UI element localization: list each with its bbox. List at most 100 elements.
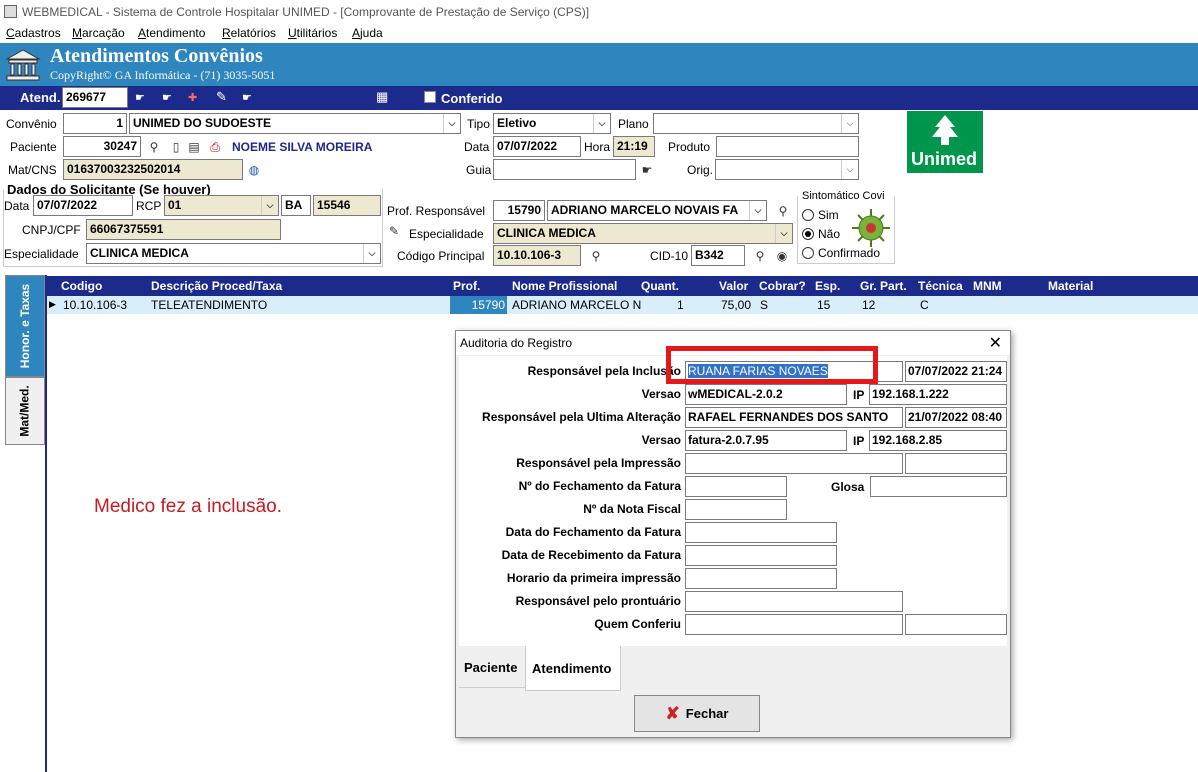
resp-alt-input[interactable]: RAFAEL FERNANDES DOS SANTO (685, 407, 903, 428)
col-esp[interactable]: Esp. (815, 279, 840, 293)
glosa-input[interactable] (870, 476, 1007, 497)
cod-input[interactable]: 10.10.106-3 (493, 245, 581, 266)
fechar-button[interactable]: ✘ Fechar (634, 695, 760, 732)
col-nome[interactable]: Nome Profissional (512, 279, 617, 293)
guia-input[interactable] (493, 159, 636, 180)
binoculars-icon[interactable]: ⚲ (752, 248, 768, 264)
printer-icon[interactable]: ⎙ (207, 139, 223, 155)
add-icon[interactable]: ✚ (188, 91, 197, 104)
conferiu-date[interactable] (905, 614, 1007, 635)
crm-input[interactable]: 15546 (313, 195, 381, 216)
resp-alt-label-wrap: Responsável pela Ultima Alteração (459, 410, 681, 424)
data-input[interactable]: 07/07/2022 (493, 136, 581, 157)
fechamento-input[interactable] (685, 476, 787, 497)
tab-atendimento[interactable]: Atendimento (525, 646, 621, 691)
tab-divider (45, 275, 47, 772)
col-valor[interactable]: Valor (719, 279, 748, 293)
last-icon[interactable]: ☛ (242, 91, 252, 104)
confirmado-radio[interactable] (802, 247, 814, 259)
annotation-text: Medico fez a inclusão. (94, 496, 282, 517)
edit-icon[interactable]: ✎ (216, 89, 227, 105)
calculator-icon[interactable]: ▦ (376, 89, 388, 105)
binoculars-icon[interactable]: ⚲ (775, 203, 791, 219)
prev-icon[interactable]: ☛ (135, 91, 145, 104)
versao1-label: Versao (641, 387, 681, 401)
orig-select[interactable]: ⌵ (715, 159, 859, 180)
document-icon[interactable]: ▯ (168, 139, 184, 155)
table-row[interactable]: ▶ 10.10.106-3 TELEATENDIMENTO 15790 ADRI… (47, 296, 1198, 314)
cnpj-label: CNPJ/CPF (22, 223, 81, 237)
col-tecnica[interactable]: Técnica (918, 279, 963, 293)
nota-input[interactable] (685, 499, 787, 520)
sol-data-input[interactable]: 07/07/2022 (33, 195, 133, 216)
menu-ajuda[interactable]: Ajuda (352, 24, 383, 42)
versao1-input[interactable]: wMEDICAL-2.0.2 (685, 384, 847, 405)
prof-code-input[interactable]: 15790 (493, 200, 545, 221)
hora-input[interactable]: 21:19 (613, 136, 655, 157)
tab-honor-taxas[interactable]: Honor. e Taxas (5, 275, 45, 377)
convenio-code-input[interactable]: 1 (63, 113, 127, 134)
plano-select[interactable]: ⌵ (653, 113, 859, 134)
nao-radio[interactable] (802, 228, 814, 240)
resp-imp-input[interactable] (685, 453, 903, 474)
col-grpart[interactable]: Gr. Part. (860, 279, 907, 293)
data-rec-input[interactable] (685, 545, 837, 566)
ip1-input[interactable]: 192.168.1.222 (869, 384, 1007, 405)
rcp-select[interactable]: 01 ⌵ (164, 195, 279, 216)
fechamento-label: Nº do Fechamento da Fatura (518, 479, 681, 493)
pen-icon[interactable]: ✎ (386, 223, 402, 239)
tab-mat-med[interactable]: Mat/Med. (5, 377, 45, 445)
close-icon[interactable]: ✕ (989, 333, 1002, 353)
paciente-code-input[interactable]: 30247 (63, 136, 141, 157)
binoculars-icon[interactable]: ⚲ (146, 139, 162, 155)
resp-imp-date[interactable] (905, 453, 1007, 474)
glosa-label: Glosa (831, 480, 865, 494)
binoculars-icon[interactable]: ⚲ (588, 248, 604, 264)
resp-inclusao-date[interactable]: 07/07/2022 21:24 (905, 361, 1007, 382)
menu-marcacao[interactable]: Marcação (72, 24, 125, 42)
notes-icon[interactable]: ▤ (186, 139, 202, 155)
cid-input[interactable]: B342 (691, 245, 745, 266)
data-fech-input[interactable] (685, 522, 837, 543)
conferido-checkbox[interactable] (424, 91, 436, 103)
versao2-input[interactable]: fatura-2.0.7.95 (685, 430, 847, 451)
sim-radio[interactable] (802, 209, 814, 221)
mat-input[interactable]: 01637003232502014 (63, 159, 243, 180)
chevron-down-icon: ⌵ (261, 196, 278, 215)
prontuario-input[interactable] (685, 591, 903, 612)
col-codigo[interactable]: Codigo (61, 279, 102, 293)
menu-relatorios[interactable]: Relatórios (222, 24, 276, 42)
col-prof[interactable]: Prof. (453, 279, 480, 293)
ip2-label: IP (853, 434, 865, 448)
cell-tecnica: C (920, 298, 929, 312)
menu-cadastros[interactable]: Cadastros (6, 24, 61, 42)
mat-label: Mat/CNS (8, 163, 57, 177)
tipo-select[interactable]: Eletivo ⌵ (493, 113, 611, 134)
tab-paciente[interactable]: Paciente (459, 646, 525, 688)
col-descricao[interactable]: Descrição Proced/Taxa (151, 279, 282, 293)
prof-select[interactable]: ADRIANO MARCELO NOVAIS FA ⌵ (547, 200, 767, 221)
horario-input[interactable] (685, 568, 837, 589)
uf-input[interactable]: BA (281, 195, 311, 216)
convenio-select[interactable]: UNIMED DO SUDOESTE ⌵ (129, 113, 461, 134)
convenio-label: Convênio (6, 117, 57, 131)
pointer-icon[interactable]: ☛ (639, 162, 655, 178)
col-material[interactable]: Material (1048, 279, 1093, 293)
cnpj-input[interactable]: 66067375591 (86, 219, 281, 240)
col-quant[interactable]: Quant. (641, 279, 679, 293)
resp-inclusao-label-wrap: Responsável pela Inclusão (459, 364, 681, 378)
conferiu-input[interactable] (685, 614, 903, 635)
ip2-input[interactable]: 192.168.2.85 (869, 430, 1007, 451)
menu-atendimento[interactable]: Atendimento (138, 24, 205, 42)
disc-icon[interactable]: ◉ (774, 248, 790, 264)
atend-input[interactable]: 269677 (62, 87, 128, 108)
esp2-select[interactable]: CLINICA MEDICA ⌵ (493, 223, 793, 244)
resp-alt-date[interactable]: 21/07/2022 08:40 (905, 407, 1007, 428)
esp-select[interactable]: CLINICA MEDICA ⌵ (86, 243, 381, 264)
col-mnm[interactable]: MNM (973, 279, 1002, 293)
globe-icon[interactable]: ◍ (246, 162, 262, 178)
produto-input[interactable] (716, 136, 859, 157)
col-cobrar[interactable]: Cobrar? (759, 279, 806, 293)
menu-utilitarios[interactable]: Utilitários (288, 24, 337, 42)
next-icon[interactable]: ☛ (162, 91, 172, 104)
